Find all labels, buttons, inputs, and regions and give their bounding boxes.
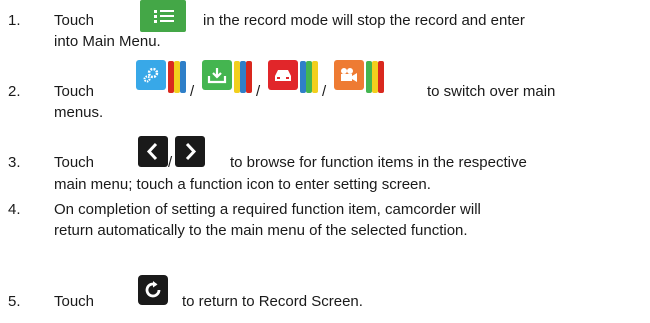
chevron-left-icon: [138, 136, 168, 167]
step-number: 2.: [8, 83, 21, 100]
step-text: Touch: [54, 293, 95, 310]
separator: /: [190, 83, 195, 100]
step-text: On completion of setting a required func…: [54, 201, 481, 218]
step-text: Touch: [54, 12, 95, 29]
separator: /: [168, 154, 173, 171]
step-text: in the record mode will stop the record …: [203, 12, 525, 29]
separator: /: [256, 83, 261, 100]
step-text: to browse for function items in the resp…: [230, 154, 527, 171]
step-text-continued: return automatically to the main menu of…: [54, 222, 468, 239]
step-number: 5.: [8, 293, 21, 310]
settings-gear-icon: [136, 60, 186, 96]
menu-list-icon: [140, 0, 186, 32]
return-arrow-icon: [138, 275, 168, 305]
instruction-document: 1. Touch in the record mode will stop th…: [0, 0, 650, 323]
step-text-continued: menus.: [54, 104, 104, 121]
step-text: to return to Record Screen.: [182, 293, 363, 310]
step-number: 1.: [8, 12, 21, 29]
step-text: Touch: [54, 154, 95, 171]
step-text-continued: main menu; touch a function icon to ente…: [54, 176, 431, 193]
step-text: Touch: [54, 83, 95, 100]
step-text-continued: into Main Menu.: [54, 33, 161, 50]
car-icon: [268, 60, 318, 96]
chevron-right-icon: [175, 136, 205, 167]
step-number: 4.: [8, 201, 21, 218]
step-text: to switch over main: [427, 83, 556, 100]
video-camera-icon: [334, 60, 384, 96]
step-number: 3.: [8, 154, 21, 171]
separator: /: [322, 83, 327, 100]
download-export-icon: [202, 60, 252, 96]
